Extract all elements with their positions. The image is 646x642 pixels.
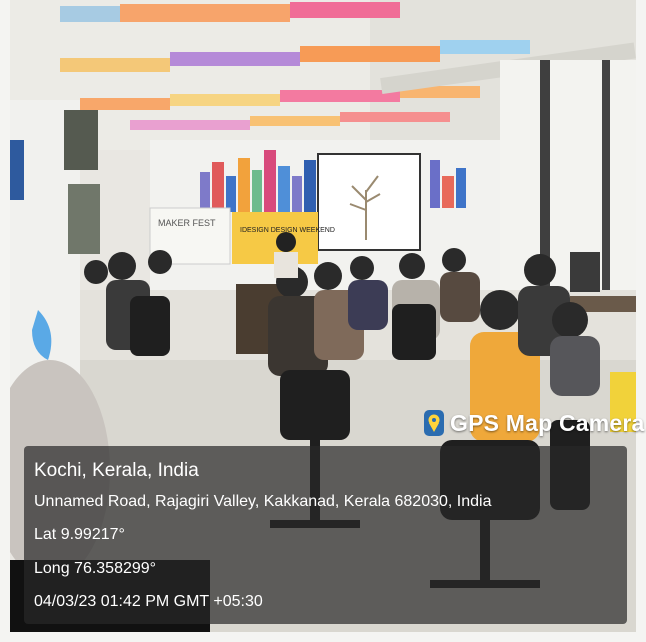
location-city: Kochi, Kerala, India — [34, 460, 199, 481]
location-address: Unnamed Road, Rajagiri Valley, Kakkanad,… — [34, 493, 492, 510]
map-pin-icon — [424, 410, 444, 436]
gps-map-camera-brand: GPS Map Camera — [424, 405, 645, 441]
svg-text:MAKER FEST: MAKER FEST — [158, 218, 216, 228]
timestamp-text: 04/03/23 01:42 PM GMT +05:30 — [34, 593, 263, 610]
gps-info-overlay: Kochi, Kerala, India Unnamed Road, Rajag… — [24, 446, 627, 624]
latitude-text: Lat 9.99217° — [34, 526, 125, 543]
projector-screen — [317, 153, 421, 251]
brand-name: GPS Map Camera — [450, 409, 645, 436]
longitude-text: Long 76.358299° — [34, 560, 157, 577]
